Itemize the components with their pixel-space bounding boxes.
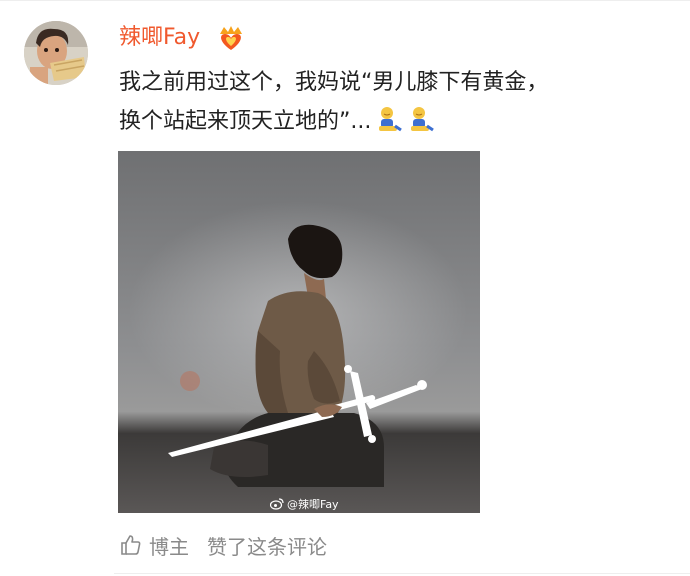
comment-text: 我之前用过这个，我妈说“男儿膝下有黄金， 换个站起来顶天立地的”...	[119, 63, 679, 141]
top-divider	[0, 0, 690, 1]
crown-heart-icon	[216, 24, 246, 52]
weibo-logo-icon	[270, 498, 284, 510]
comment-text-line-1: 我之前用过这个，我妈说“男儿膝下有黄金，	[119, 70, 549, 95]
liked-comment-text: 赞了这条评论	[207, 534, 327, 559]
bottom-divider	[114, 573, 690, 574]
author-label: 博主	[149, 534, 189, 559]
username[interactable]: 辣唧Fay	[119, 24, 200, 52]
comment-text-line-2-wrap: 换个站起来顶天立地的”...	[119, 102, 679, 141]
comment-image[interactable]	[118, 151, 480, 513]
image-watermark: @辣唧Fay	[270, 496, 339, 512]
avatar[interactable]	[24, 21, 88, 85]
avatar-image	[24, 21, 88, 85]
comment-text-line-2: 换个站起来顶天立地的”...	[119, 109, 372, 134]
comment-footer: 博主 赞了这条评论	[119, 530, 327, 560]
kneeling-person-icon	[407, 106, 435, 134]
kneeling-man-with-sword-image	[118, 151, 480, 513]
thumbs-up-icon[interactable]	[119, 533, 143, 557]
watermark-text: @辣唧Fay	[287, 498, 339, 511]
kneeling-person-icon	[375, 106, 403, 134]
